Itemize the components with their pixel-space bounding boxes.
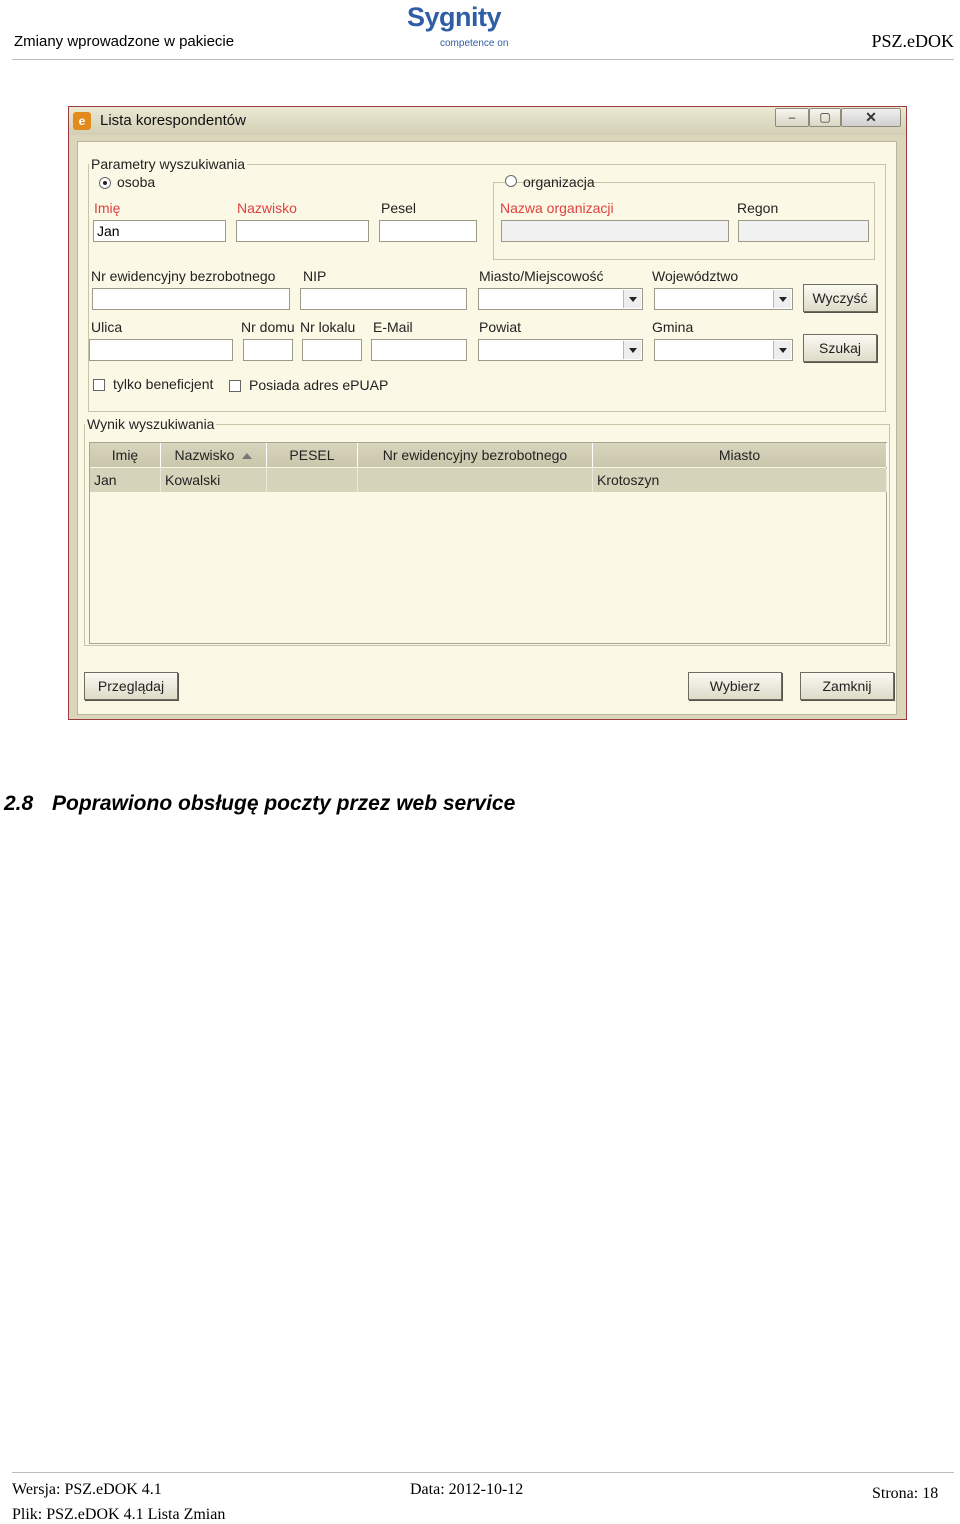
table-cell[interactable]: Jan	[90, 468, 161, 492]
last-name-label: Nazwisko	[237, 200, 297, 216]
email-input[interactable]	[371, 339, 467, 361]
column-header-city[interactable]: Miasto	[593, 443, 887, 467]
app-icon: e	[73, 112, 91, 130]
org-name-label: Nazwa organizacji	[500, 200, 614, 216]
nip-label: NIP	[303, 268, 327, 284]
radio-person-label: osoba	[117, 174, 156, 190]
header-divider	[12, 59, 954, 60]
beneficiary-checkbox-label: tylko beneficjent	[113, 376, 214, 392]
epuap-checkbox-label: Posiada adres ePUAP	[249, 377, 389, 393]
page-header-right: PSZ.eDOK	[871, 31, 954, 51]
epuap-checkbox[interactable]	[229, 380, 241, 392]
house-no-label: Nr domu	[241, 319, 295, 335]
radio-organization[interactable]	[505, 175, 517, 187]
logo-tagline: competence on	[440, 38, 509, 49]
radio-organization-label: organizacja	[523, 174, 595, 190]
org-name-input[interactable]	[501, 220, 729, 242]
table-cell[interactable]: Krotoszyn	[593, 468, 887, 492]
commune-combo[interactable]	[654, 339, 793, 361]
choose-button[interactable]: Wybierz	[688, 672, 782, 700]
section-title: Poprawiono obsługę poczty przez web serv…	[52, 792, 516, 815]
window-client-area: Parametry wyszukiwania osoba organizacja…	[77, 141, 897, 715]
search-results-legend: Wynik wyszukiwania	[87, 416, 215, 432]
search-parameters-legend: Parametry wyszukiwania	[91, 156, 246, 172]
search-parameters-group: Parametry wyszukiwania osoba organizacja…	[88, 156, 886, 412]
footer-version: Wersja: PSZ.eDOK 4.1	[12, 1481, 162, 1498]
results-table: Imię Nazwisko PESEL Nr ewidencyjny bezro…	[89, 442, 887, 644]
column-header-pesel[interactable]: PESEL	[267, 443, 358, 467]
column-header-first-name[interactable]: Imię	[90, 443, 161, 467]
sort-ascending-icon	[242, 453, 253, 460]
footer-divider	[12, 1472, 954, 1473]
radio-person[interactable]	[99, 177, 111, 189]
commune-label: Gmina	[652, 319, 694, 335]
close-button[interactable]: Zamknij	[800, 672, 894, 700]
maximize-button[interactable]: ▢	[809, 108, 841, 127]
sygnity-logo: Sygnity	[407, 2, 502, 32]
table-cell[interactable]	[267, 468, 358, 492]
search-button[interactable]: Szukaj	[803, 334, 877, 362]
apt-no-input[interactable]	[302, 339, 362, 361]
chevron-down-icon[interactable]	[773, 290, 791, 308]
county-label: Powiat	[479, 319, 522, 335]
regon-label: Regon	[737, 200, 779, 216]
pesel-input[interactable]	[379, 220, 477, 242]
street-label: Ulica	[91, 319, 123, 335]
chevron-down-icon[interactable]	[773, 341, 791, 359]
section-heading: 2.8 Poprawiono obsługę poczty przez web s…	[4, 792, 515, 816]
footer-page: Strona: 18	[872, 1485, 939, 1502]
clear-button[interactable]: Wyczyść	[803, 284, 877, 312]
first-name-label: Imię	[94, 200, 121, 216]
beneficiary-checkbox[interactable]	[93, 379, 105, 391]
voivodeship-label: Województwo	[652, 268, 739, 284]
column-header-last-name[interactable]: Nazwisko	[161, 443, 267, 467]
regon-input[interactable]	[738, 220, 869, 242]
minimize-button[interactable]: –	[775, 108, 809, 127]
close-window-button[interactable]: ✕	[841, 108, 901, 127]
browse-button[interactable]: Przeglądaj	[84, 672, 178, 700]
county-combo[interactable]	[478, 339, 643, 361]
column-header-unemployed-no[interactable]: Nr ewidencyjny bezrobotnego	[358, 443, 593, 467]
search-results-group: Wynik wyszukiwania Imię Nazwisko PESEL N…	[84, 416, 890, 646]
column-header-last-name-label: Nazwisko	[174, 447, 235, 463]
email-label: E-Mail	[373, 319, 413, 335]
table-cell[interactable]	[358, 468, 593, 492]
city-label: Miasto/Miejscowość	[479, 268, 604, 284]
correspondents-window: e Lista korespondentów – ▢ ✕ Parametry w…	[68, 106, 907, 720]
section-number: 2.8	[4, 792, 34, 815]
last-name-input[interactable]	[236, 220, 369, 242]
unemployed-no-label: Nr ewidencyjny bezrobotnego	[91, 268, 276, 284]
page-header-left: Zmiany wprowadzone w pakiecie	[14, 33, 235, 50]
window-titlebar: e Lista korespondentów – ▢ ✕	[69, 107, 906, 135]
house-no-input[interactable]	[243, 339, 293, 361]
chevron-down-icon[interactable]	[623, 290, 641, 308]
voivodeship-combo[interactable]	[654, 288, 793, 310]
window-title: Lista korespondentów	[100, 112, 246, 129]
footer-date: Data: 2012-10-12	[410, 1481, 524, 1498]
chevron-down-icon[interactable]	[623, 341, 641, 359]
first-name-input[interactable]	[93, 220, 226, 242]
table-cell[interactable]: Kowalski	[161, 468, 267, 492]
pesel-label: Pesel	[381, 200, 417, 216]
unemployed-no-input[interactable]	[92, 288, 290, 310]
footer-file: Plik: PSZ.eDOK 4.1 Lista Zmian	[12, 1506, 226, 1523]
city-combo[interactable]	[478, 288, 643, 310]
street-input[interactable]	[89, 339, 233, 361]
nip-input[interactable]	[300, 288, 467, 310]
apt-no-label: Nr lokalu	[300, 319, 356, 335]
